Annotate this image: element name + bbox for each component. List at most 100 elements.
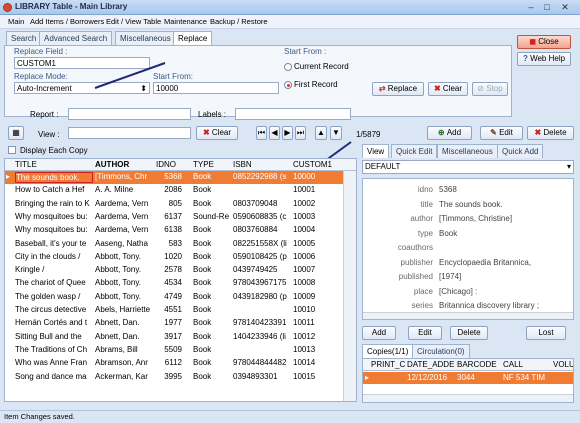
col-idno[interactable]: IDNO xyxy=(156,160,176,169)
replace-button[interactable]: ⇄ Replace xyxy=(372,82,424,96)
table-cell: Abbott, Tony. xyxy=(95,265,141,275)
table-row[interactable]: Baseball, it's your te Aaseng, Natha 583 Bo… xyxy=(5,238,343,251)
table-row[interactable]: The Traditions of Ch Abrams, Bill 5509 Book… xyxy=(5,344,343,357)
col-custom1[interactable]: CUSTOM1 xyxy=(293,160,332,169)
table-cell: 0590608835 (c xyxy=(233,211,287,221)
col-date-added[interactable]: DATE_ADDE xyxy=(407,360,454,369)
copies-row[interactable]: ▸ 12/12/2016 3044 NF 534 TIM xyxy=(363,372,573,384)
tab-advanced-search[interactable]: Advanced Search xyxy=(39,31,113,45)
prev-record-nav[interactable]: ◀ xyxy=(269,126,280,140)
stop-button[interactable]: ⊘ Stop xyxy=(472,82,508,96)
table-row[interactable]: Why mosquitoes bu: Aardema, Vern 6138 Book 0… xyxy=(5,224,343,237)
table-row[interactable]: Sitting Bull and the Abnett, Dan. 3917 Book… xyxy=(5,331,343,344)
copies-hscrollbar[interactable] xyxy=(363,394,573,402)
sort-down-icon[interactable]: ▼ xyxy=(330,126,342,140)
report-select[interactable] xyxy=(68,108,191,120)
col-author[interactable]: AUTHOR xyxy=(95,160,129,169)
maximize-icon[interactable]: □ xyxy=(540,1,554,13)
minimize-icon[interactable]: – xyxy=(524,1,538,13)
menu-main[interactable]: Main xyxy=(8,17,24,26)
first-record-nav[interactable]: ⏮ xyxy=(256,126,267,140)
table-row[interactable]: How to Catch a Hef A. A. Milne 2086 Book 100… xyxy=(5,184,343,197)
table-row[interactable]: City in the clouds / Abbott, Tony. 1020 Boo… xyxy=(5,251,343,264)
tab-copies[interactable]: Copies(1/1) xyxy=(362,344,414,358)
table-cell: [Timmons, Chr xyxy=(95,172,148,181)
labels-select[interactable] xyxy=(235,108,351,120)
menu-add-items[interactable]: Add Items / Borrowers xyxy=(30,17,104,26)
close-label: Close xyxy=(538,37,559,46)
grid-scrollbar[interactable] xyxy=(343,171,356,401)
col-call[interactable]: CALL xyxy=(503,360,523,369)
col-volume[interactable]: VOLU xyxy=(553,360,573,369)
table-cell: The chariot of Quee xyxy=(15,278,86,288)
tab-circulation[interactable]: Circulation(0) xyxy=(412,344,470,358)
detail-hscrollbar[interactable] xyxy=(363,312,573,319)
sort-up-icon[interactable]: ▲ xyxy=(315,126,327,140)
close-button[interactable]: ◼ Close xyxy=(517,35,571,49)
clear-button[interactable]: ✖ Clear xyxy=(428,82,468,96)
edit-button[interactable]: ✎ Edit xyxy=(480,126,523,140)
menu-backup-restore[interactable]: Backup / Restore xyxy=(210,17,268,26)
table-cell: 10015 xyxy=(293,371,316,381)
table-row[interactable]: Kringle / Abbott, Tony. 2578 Book 0439749425… xyxy=(5,264,343,277)
table-row[interactable]: Song and dance ma Ackerman, Kar 3995 Book 03… xyxy=(5,371,343,384)
tab-replace[interactable]: Replace xyxy=(173,31,213,46)
tab-detail-miscellaneous[interactable]: Miscellaneous xyxy=(437,144,498,158)
table-row[interactable]: The golden wasp / Abbott, Tony. 4749 Book 04… xyxy=(5,291,343,304)
detail-layout-select[interactable]: DEFAULT ▾ xyxy=(362,160,574,174)
col-print[interactable]: PRINT_C xyxy=(371,360,405,369)
table-row[interactable]: ▸ The sounds book. [Timmons, Chr 5368 Book 08… xyxy=(5,171,343,185)
tab-quick-edit[interactable]: Quick Edit xyxy=(391,144,438,158)
web-help-button[interactable]: ? Web Help xyxy=(517,52,571,66)
stop-icon: ⊘ xyxy=(477,84,487,93)
calendar-icon[interactable]: ▦ xyxy=(8,126,24,140)
display-each-copy-checkbox[interactable] xyxy=(8,146,16,154)
table-cell: Bringing the rain to K xyxy=(15,198,90,208)
table-cell: Abrams, Bill xyxy=(95,344,138,354)
lost-button[interactable]: Lost xyxy=(526,326,566,340)
annotation-arrow xyxy=(94,62,166,89)
table-cell: Abbott, Tony. xyxy=(95,291,141,301)
table-cell: Who was Anne Fran xyxy=(15,358,88,368)
col-isbn[interactable]: ISBN xyxy=(233,160,252,169)
table-row[interactable]: Why mosquitoes bu: Aardema, Vern 6137 Sound… xyxy=(5,211,343,224)
edit-icon: ✎ xyxy=(490,128,500,137)
start-from-input[interactable]: 10000 xyxy=(153,82,279,94)
col-title[interactable]: TITLE xyxy=(15,160,37,169)
delete-button[interactable]: ✖ Delete xyxy=(527,126,574,140)
table-row[interactable]: Hernán Cortés and t Abnett, Dan. 1977 Book 9… xyxy=(5,317,343,330)
view-label: View : xyxy=(38,130,60,139)
table-row[interactable]: The circus detective Abels, Harriette 4551… xyxy=(5,304,343,317)
labels-label: Labels : xyxy=(198,110,227,119)
copy-edit-button[interactable]: Edit xyxy=(408,326,442,340)
menu-edit-view-table[interactable]: Edit / View Table xyxy=(106,17,161,26)
copy-delete-button[interactable]: Delete xyxy=(450,326,488,340)
table-cell: The sounds book. xyxy=(15,172,93,183)
view-clear-button[interactable]: ✖ Clear xyxy=(196,126,238,140)
last-record-nav[interactable]: ⏭ xyxy=(295,126,306,140)
table-row[interactable]: Who was Anne Fran Abramson, Anr 6112 Book 97… xyxy=(5,357,343,370)
col-type[interactable]: TYPE xyxy=(193,160,214,169)
view-select[interactable] xyxy=(68,127,191,139)
first-record-radio[interactable] xyxy=(284,81,292,89)
current-record-radio[interactable] xyxy=(284,63,292,71)
detail-value: [Chicago] : xyxy=(439,286,478,296)
tab-view[interactable]: View xyxy=(362,144,390,158)
tab-quick-add[interactable]: Quick Add xyxy=(497,144,544,158)
copy-add-button[interactable]: Add xyxy=(362,326,396,340)
tab-search[interactable]: Search xyxy=(6,31,42,45)
detail-key: published xyxy=(398,272,433,281)
close-window-icon[interactable]: ✕ xyxy=(558,1,572,13)
next-record-nav[interactable]: ▶ xyxy=(282,126,293,140)
close-icon: ◼ xyxy=(529,37,539,46)
table-cell: Book xyxy=(193,198,212,208)
menu-maintenance[interactable]: Maintenance xyxy=(164,17,207,26)
table-cell: The circus detective xyxy=(15,305,87,314)
table-cell: Abbott, Tony. xyxy=(95,251,141,261)
grid-header: TITLE AUTHOR IDNO TYPE ISBN CUSTOM1 xyxy=(5,159,356,171)
tab-miscellaneous[interactable]: Miscellaneous xyxy=(115,31,176,45)
col-barcode[interactable]: BARCODE xyxy=(457,360,497,369)
add-button[interactable]: ⊕ Add xyxy=(427,126,472,140)
table-row[interactable]: The chariot of Quee Abbott, Tony. 4534 Book… xyxy=(5,277,343,290)
table-row[interactable]: Bringing the rain to K Aardema, Vern 805 Bo… xyxy=(5,198,343,211)
